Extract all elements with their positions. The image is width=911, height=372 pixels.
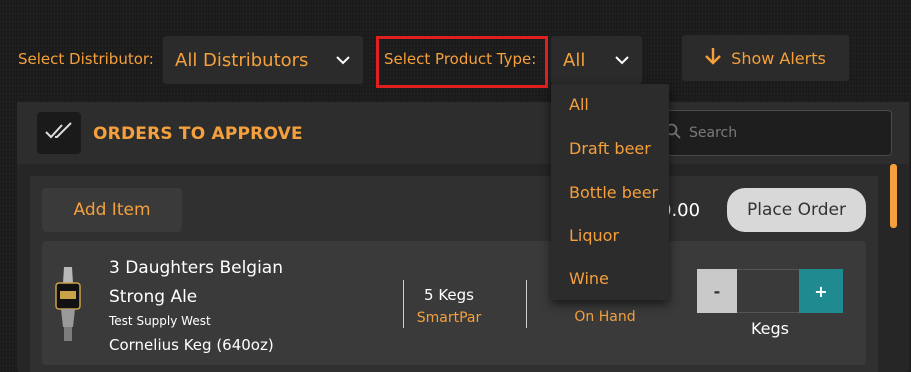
beer-tap-handle-icon bbox=[50, 265, 86, 343]
on-hand-label: On Hand bbox=[574, 309, 636, 325]
product-type-dropdown: All Draft beer Bottle beer Liquor Wine bbox=[551, 84, 669, 300]
show-alerts-label: Show Alerts bbox=[731, 48, 826, 68]
quantity-input[interactable] bbox=[737, 269, 799, 313]
distributor-select-value: All Distributors bbox=[175, 49, 309, 71]
chevron-down-icon bbox=[614, 55, 630, 65]
product-type-select-value: All bbox=[563, 49, 586, 71]
search-placeholder: Search bbox=[689, 125, 738, 141]
item-name-line2: Strong Ale bbox=[109, 287, 198, 307]
chevron-down-icon bbox=[335, 55, 351, 65]
distributor-select[interactable]: All Distributors bbox=[163, 36, 363, 84]
product-type-label: Select Product Type: bbox=[384, 50, 537, 68]
add-item-button[interactable]: Add Item bbox=[42, 188, 182, 232]
increase-quantity-button[interactable]: + bbox=[799, 269, 843, 313]
approve-all-checkbox[interactable] bbox=[37, 112, 81, 154]
smartpar-value: 5 Kegs bbox=[424, 286, 474, 304]
dropdown-option-draft-beer[interactable]: Draft beer bbox=[569, 139, 651, 158]
divider bbox=[403, 280, 404, 328]
item-container: Cornelius Keg (640oz) bbox=[109, 336, 274, 354]
arrow-down-icon bbox=[705, 47, 722, 69]
double-check-icon bbox=[44, 122, 74, 144]
show-alerts-button[interactable]: Show Alerts bbox=[682, 35, 849, 81]
dropdown-option-wine[interactable]: Wine bbox=[569, 269, 609, 288]
quantity-unit: Kegs bbox=[750, 319, 790, 338]
dropdown-option-all[interactable]: All bbox=[569, 95, 589, 114]
orders-panel-title: ORDERS TO APPROVE bbox=[93, 124, 303, 144]
distributor-label: Select Distributor: bbox=[18, 50, 154, 68]
smartpar-label: SmartPar bbox=[416, 310, 482, 326]
dropdown-option-liquor[interactable]: Liquor bbox=[569, 226, 619, 245]
divider bbox=[526, 280, 527, 328]
search-input[interactable]: Search bbox=[650, 110, 892, 156]
decrease-quantity-button[interactable]: - bbox=[697, 269, 737, 313]
product-type-select[interactable]: All bbox=[551, 36, 642, 84]
item-supplier: Test Supply West bbox=[109, 314, 211, 328]
item-name-line1: 3 Daughters Belgian bbox=[109, 258, 283, 278]
dropdown-option-bottle-beer[interactable]: Bottle beer bbox=[569, 183, 658, 202]
place-order-button[interactable]: Place Order bbox=[727, 188, 866, 232]
scrollbar-thumb[interactable] bbox=[890, 164, 897, 228]
